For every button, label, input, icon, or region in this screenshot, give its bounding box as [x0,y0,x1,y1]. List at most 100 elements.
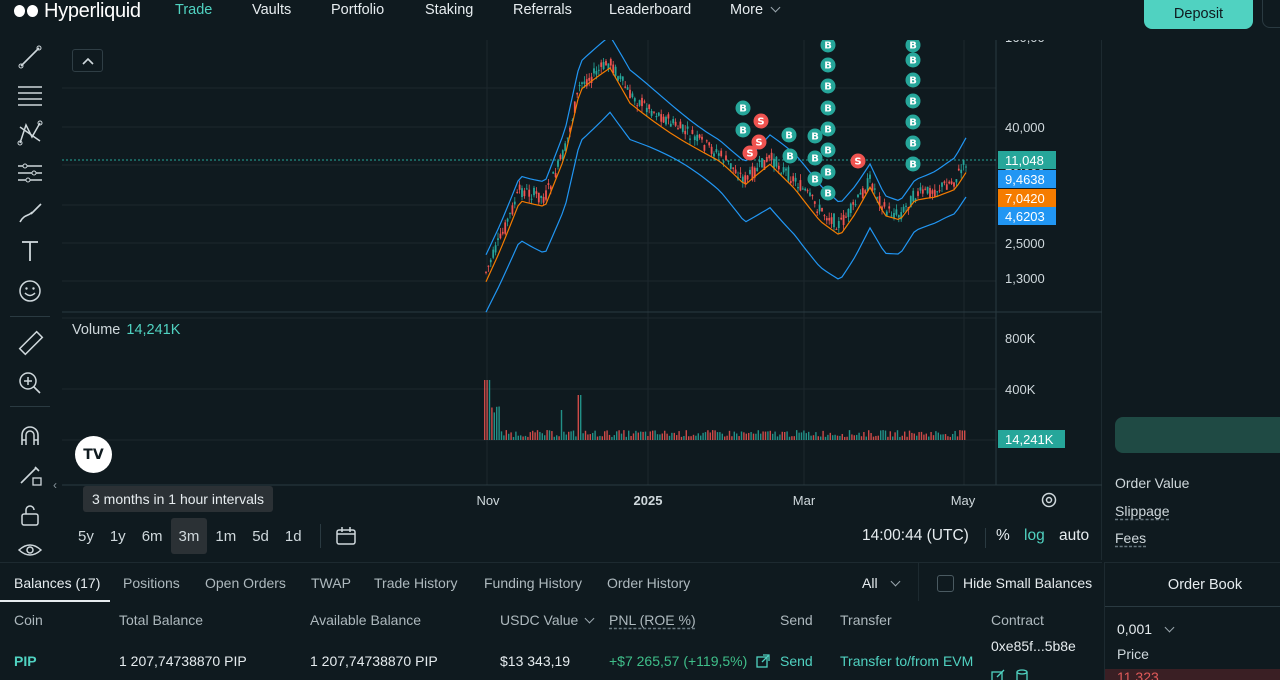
range-3m[interactable]: 3m [170,518,208,554]
chart-settings-gear-icon[interactable] [1041,492,1057,508]
calendar-goto-icon[interactable] [319,524,357,548]
order-book-title[interactable]: Order Book [1105,577,1280,593]
column-header-contract: Contract [991,612,1044,628]
lock-icon[interactable] [14,500,46,530]
pattern-tool-icon[interactable] [14,118,46,148]
candle [578,85,581,87]
emoji-tool-icon[interactable] [14,276,46,306]
zoom-in-icon[interactable] [14,368,46,398]
candle [564,143,567,151]
eye-icon[interactable] [14,535,46,565]
account-button[interactable] [1262,0,1280,28]
tick-size-dropdown[interactable]: 0,001 [1117,621,1175,637]
buy-marker: B [820,40,836,53]
trend-line-tool-icon[interactable] [14,42,46,72]
utc-clock[interactable]: 14:00:44 (UTC) [862,527,969,545]
divider [1105,606,1280,607]
hyperliquid-logo-icon [14,4,38,18]
nav-portfolio[interactable]: Portfolio [331,2,384,18]
price-chart[interactable]: BBBBBBBBBBBBBBBBBBBBBBSSSS40,00020,0002,… [0,40,1102,560]
range-1y[interactable]: 1y [102,518,134,554]
send-link[interactable]: Send [780,653,813,669]
ruler-tool-icon[interactable] [14,328,46,358]
tab-funding-history[interactable]: Funding History [484,575,582,591]
hide-small-balances-checkbox[interactable] [937,575,954,592]
volume-bar [668,435,671,440]
candle [662,116,665,123]
text-tool-icon[interactable] [14,236,46,266]
buy-marker: B [820,121,836,137]
volume-bar [661,433,663,440]
nav-more-label: More [730,2,764,18]
volume-bar [923,434,925,440]
transfer-evm-link[interactable]: Transfer to/from EVM [840,653,973,669]
scroll-left-icon[interactable]: ‹ [53,478,57,492]
nav-leaderboard[interactable]: Leaderboard [609,2,691,18]
hide-small-balances-label[interactable]: Hide Small Balances [963,575,1092,591]
submit-order-button[interactable] [1115,417,1280,453]
nav-referrals[interactable]: Referrals [513,2,572,18]
nav-trade[interactable]: Trade [175,2,212,18]
forecast-tool-icon[interactable] [14,158,46,188]
candle [588,77,591,81]
fees-label[interactable]: Fees [1115,530,1146,546]
nav-vaults[interactable]: Vaults [252,2,291,18]
share-pnl-icon[interactable] [756,654,770,668]
volume-bar [620,433,623,440]
order-book-ask-row[interactable]: 11,323 [1105,669,1280,680]
tab-positions[interactable]: Positions [123,575,180,591]
volume-bar [740,431,743,440]
nav-more[interactable]: More [730,2,781,18]
row-coin[interactable]: PIP [14,653,37,669]
auto-scale-toggle[interactable]: auto [1059,527,1089,545]
range-1m[interactable]: 1m [207,518,244,554]
brand-logo[interactable]: Hyperliquid [14,0,141,22]
lock-drawing-pencil-icon[interactable] [14,460,46,490]
range-5y[interactable]: 5y [70,518,102,554]
range-5d[interactable]: 5d [244,518,277,554]
coin-filter-dropdown[interactable]: All [862,575,901,591]
volume-bar [745,433,747,440]
tab-order-history[interactable]: Order History [607,575,690,591]
percent-scale-toggle[interactable]: % [996,527,1010,545]
external-link-icon[interactable] [991,669,1005,680]
volume-bar [500,431,503,440]
tab-open-orders[interactable]: Open Orders [205,575,286,591]
column-header-total-balance[interactable]: Total Balance [119,612,203,628]
volume-bar [836,435,839,440]
log-scale-toggle[interactable]: log [1024,527,1045,545]
candle [926,186,929,194]
row-contract-address[interactable]: 0xe85f...5b8e [991,638,1076,654]
column-header-available-balance[interactable]: Available Balance [310,612,421,628]
magnet-icon[interactable] [14,421,46,451]
fib-retracement-tool-icon[interactable] [14,80,46,110]
tab-trade-history[interactable]: Trade History [374,575,458,591]
app-root: Hyperliquid Trade Vaults Portfolio Staki… [0,0,1280,680]
nav-staking[interactable]: Staking [425,2,473,18]
volume-bar [695,435,697,440]
deposit-button[interactable]: Deposit [1144,0,1253,29]
candle [921,189,924,194]
brush-tool-icon[interactable] [14,198,46,228]
volume-bar [592,432,594,440]
volume-bar [937,432,939,440]
tab-balances[interactable]: Balances (17) [14,575,100,591]
column-header-usdc-value[interactable]: USDC Value [500,612,595,628]
column-header-coin[interactable]: Coin [14,612,43,628]
volume-bar [716,432,719,440]
tradingview-logo-icon[interactable]: TV [75,436,112,473]
database-icon[interactable] [1015,669,1029,680]
column-header-pnl[interactable]: PNL (ROE %) [609,612,696,628]
buy-marker: B [820,142,836,158]
volume-bar [659,434,661,440]
candle [566,137,569,139]
buy-marker: B [905,40,921,53]
range-6m[interactable]: 6m [134,518,171,554]
collapse-toggle-button[interactable] [72,49,103,72]
tab-twap[interactable]: TWAP [311,575,351,591]
volume-bar [575,436,577,440]
candle [782,167,785,173]
volume-bar [731,436,733,440]
range-1d[interactable]: 1d [277,518,310,554]
slippage-label[interactable]: Slippage [1115,503,1170,519]
